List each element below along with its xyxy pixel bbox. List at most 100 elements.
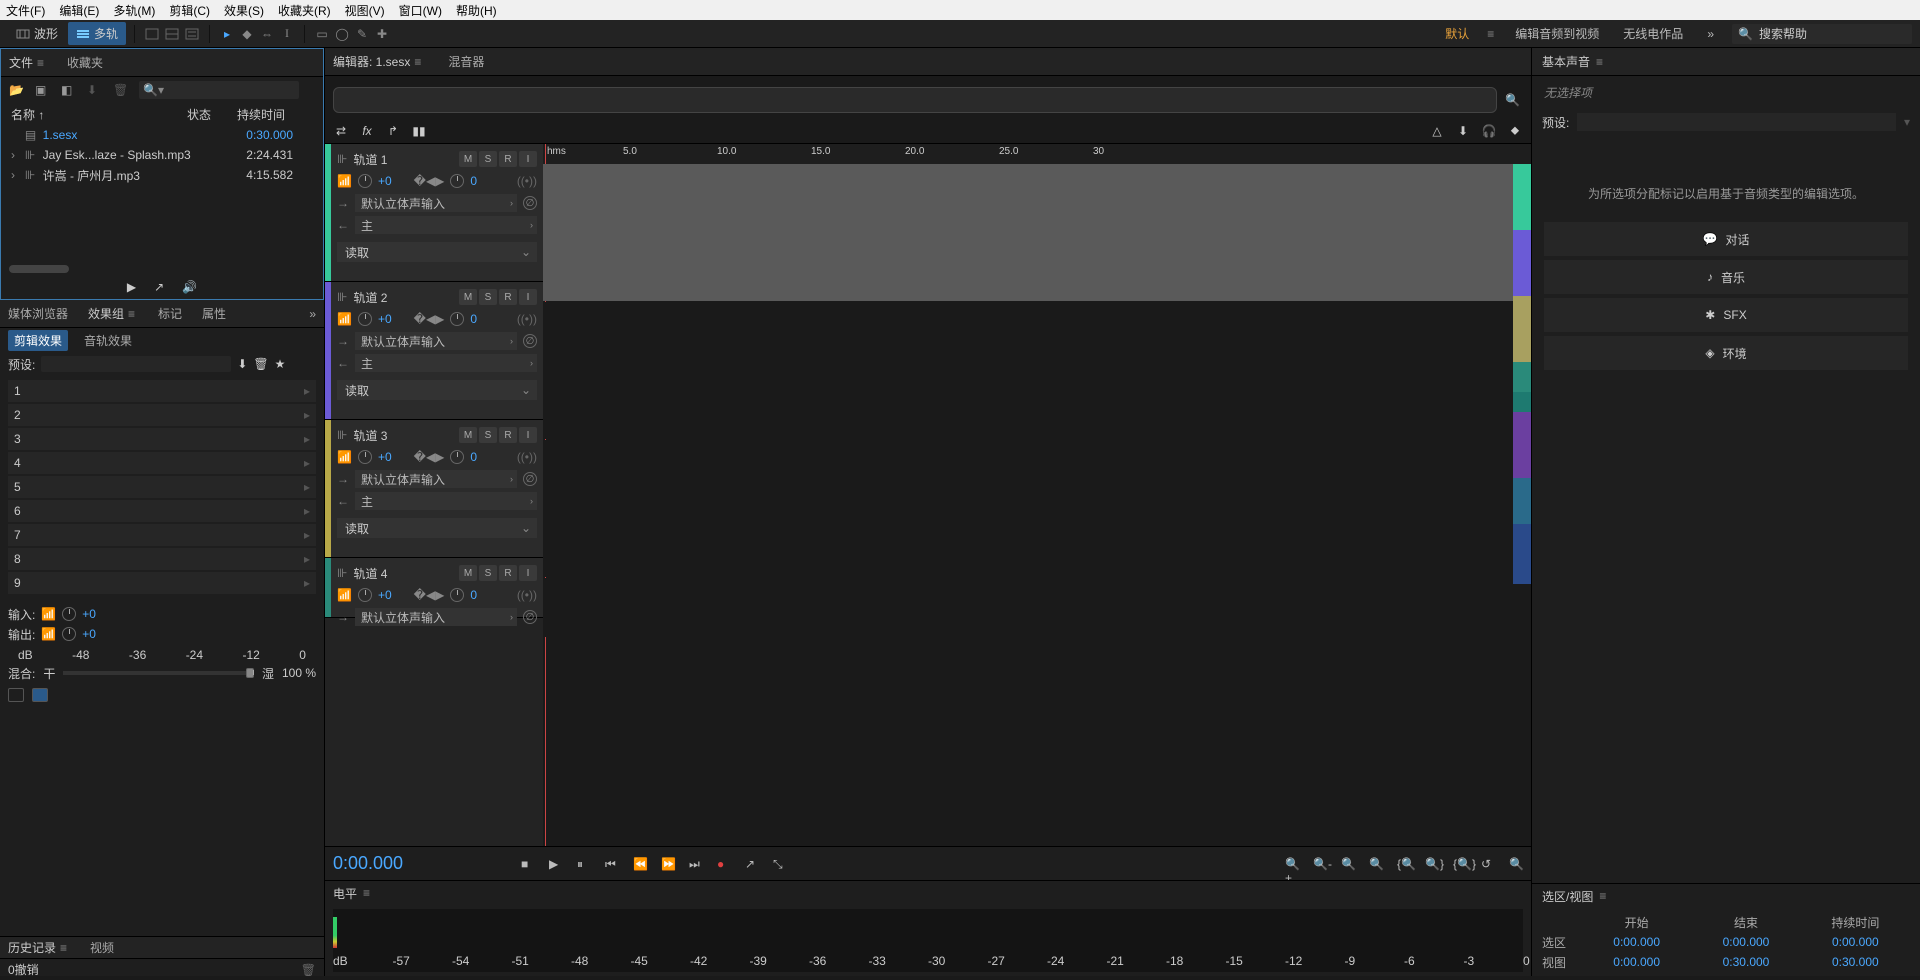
stop-button[interactable]: ■ [521, 857, 535, 871]
tab-files[interactable]: 文件 [9, 54, 47, 71]
output-dropdown[interactable]: 主› [355, 354, 537, 372]
output-gain-value[interactable]: +0 [82, 627, 96, 641]
menu-file[interactable]: 文件(F) [6, 2, 45, 19]
mute-button[interactable]: M [459, 289, 477, 305]
tab-history[interactable]: 历史记录 [8, 939, 70, 956]
output-dropdown[interactable]: 主› [355, 216, 537, 234]
monitor-input-button[interactable]: I [519, 565, 537, 581]
move-tool-icon[interactable]: ▸ [218, 25, 236, 43]
time-value[interactable]: 0:00.000 [1691, 935, 1800, 949]
monitor-input-button[interactable]: I [519, 151, 537, 167]
time-value[interactable]: 0:30.000 [1691, 955, 1800, 969]
phase-button[interactable]: ∅ [523, 196, 537, 210]
delete-preset-icon[interactable]: 🗑 [253, 357, 268, 371]
essential-sound-category-button[interactable]: ✱SFX [1544, 298, 1908, 332]
loop-button[interactable]: ↗ [745, 857, 759, 871]
solo-button[interactable]: S [479, 427, 497, 443]
panel-menu-icon[interactable] [37, 56, 47, 70]
pause-button[interactable]: ⏸ [577, 857, 591, 871]
effect-slot[interactable]: 1▸ [8, 380, 316, 402]
track-color-chip[interactable] [1513, 164, 1531, 230]
track-color-chip[interactable] [1513, 362, 1531, 392]
menu-multitrack[interactable]: 多轨(M) [113, 2, 155, 19]
effect-slot[interactable]: 5▸ [8, 476, 316, 498]
files-search-input[interactable]: 🔍▾ [139, 81, 299, 99]
files-column-header[interactable]: 名称 ↑ 状态 持续时间 [1, 103, 323, 125]
autoplay-icon[interactable]: 🔊 [182, 280, 197, 294]
search-help-input[interactable]: 🔍 搜索帮助 [1732, 24, 1912, 44]
zoom-in-icon[interactable]: 🔍+ [1285, 857, 1299, 871]
play-preview-icon[interactable]: ▶ [127, 280, 136, 294]
overview-navigator[interactable] [333, 87, 1497, 113]
effect-slot[interactable]: 2▸ [8, 404, 316, 426]
volume-knob[interactable] [358, 450, 372, 464]
time-select-tool-icon[interactable]: I [278, 25, 296, 43]
essential-sound-category-button[interactable]: ◈环境 [1544, 336, 1908, 370]
menu-window[interactable]: 窗口(W) [399, 2, 442, 19]
arm-record-button[interactable]: R [499, 427, 517, 443]
input-dropdown[interactable]: 默认立体声输入› [355, 608, 517, 626]
eq-icon[interactable]: ▮▮ [411, 123, 427, 139]
menu-effects[interactable]: 效果(S) [224, 2, 264, 19]
panel-menu-icon[interactable] [1596, 55, 1606, 69]
panel-menu-icon[interactable] [363, 886, 373, 900]
track-color-chip[interactable] [1513, 412, 1531, 478]
preset-dropdown[interactable] [41, 356, 231, 372]
panel-menu-icon[interactable] [128, 307, 138, 321]
go-end-button[interactable]: ⏭ [689, 857, 703, 871]
track-header[interactable]: ⊪轨道 4MSRI📶+0�◀▶0((•))→默认立体声输入›∅ [325, 558, 543, 618]
automation-mode-dropdown[interactable]: 读取⌄ [337, 380, 537, 400]
hud-icon[interactable] [183, 25, 201, 43]
zoom-sel-icon[interactable]: 🔍 [1369, 857, 1383, 871]
zoom-fit-icon[interactable]: 🔍 [1505, 93, 1523, 107]
tab-mixer[interactable]: 混音器 [448, 53, 484, 70]
es-preset-dropdown[interactable] [1577, 113, 1896, 131]
track-color-chip[interactable] [1513, 230, 1531, 296]
zoom-sel-range-icon[interactable]: {🔍} [1453, 857, 1467, 871]
pan-knob[interactable] [450, 450, 464, 464]
effect-slot[interactable]: 9▸ [8, 572, 316, 594]
monitor-input-button[interactable]: I [519, 427, 537, 443]
brush-tool-icon[interactable]: ✎ [353, 25, 371, 43]
fx-button[interactable] [32, 688, 48, 702]
marquee-tool-icon[interactable]: ▭ [313, 25, 331, 43]
time-value[interactable]: 0:00.000 [1582, 955, 1691, 969]
subtab-clip-effects[interactable]: 剪辑效果 [8, 330, 68, 351]
mix-slider[interactable] [63, 671, 254, 675]
volume-knob[interactable] [358, 174, 372, 188]
skip-selection-button[interactable]: ⤡ [773, 857, 787, 871]
mute-button[interactable]: M [459, 151, 477, 167]
fx-icon[interactable]: fx [359, 123, 375, 139]
spectral-pitch-icon[interactable] [163, 25, 181, 43]
pan-knob[interactable] [450, 588, 464, 602]
arm-record-button[interactable]: R [499, 289, 517, 305]
mute-button[interactable]: M [459, 427, 477, 443]
track-lane[interactable] [543, 302, 1513, 439]
import-icon[interactable]: ◧ [61, 83, 77, 97]
marker-icon[interactable]: ⬥ [1507, 123, 1523, 139]
pan-knob[interactable] [450, 174, 464, 188]
time-value[interactable]: 0:30.000 [1801, 955, 1910, 969]
file-row[interactable]: ▤1.sesx0:30.000 [1, 125, 323, 145]
monitor-icon[interactable]: 🎧 [1481, 123, 1497, 139]
track-lane[interactable] [543, 578, 1513, 637]
panel-menu-icon[interactable] [414, 55, 424, 69]
panel-menu-icon[interactable] [60, 941, 70, 955]
play-button[interactable]: ▶ [549, 857, 563, 871]
automation-mode-dropdown[interactable]: 读取⌄ [337, 242, 537, 262]
menu-view[interactable]: 视图(V) [345, 2, 385, 19]
multitrack-mode-button[interactable]: 多轨 [68, 22, 126, 45]
essential-sound-category-button[interactable]: ♪音乐 [1544, 260, 1908, 294]
lasso-tool-icon[interactable]: ◯ [333, 25, 351, 43]
slip-tool-icon[interactable]: ⇔ [258, 25, 276, 43]
track-header[interactable]: ⊪轨道 3MSRI📶+0�◀▶0((•))→默认立体声输入›∅←主›读取⌄ [325, 420, 543, 558]
razor-tool-icon[interactable]: ◆ [238, 25, 256, 43]
file-row[interactable]: ›⊪Jay Esk...laze - Splash.mp32:24.431 [1, 145, 323, 165]
tab-video[interactable]: 视频 [90, 939, 114, 956]
waveform-mode-button[interactable]: 波形 [8, 22, 66, 45]
track-header[interactable]: ⊪轨道 1MSRI📶+0�◀▶0((•))→默认立体声输入›∅←主›读取⌄ [325, 144, 543, 282]
delete-history-icon[interactable]: 🗑 [301, 963, 316, 977]
track-color-chip[interactable] [1513, 296, 1531, 362]
zoom-v-icon[interactable]: 🔍 [1509, 857, 1523, 871]
save-preset-icon[interactable]: ⬇ [237, 357, 247, 371]
